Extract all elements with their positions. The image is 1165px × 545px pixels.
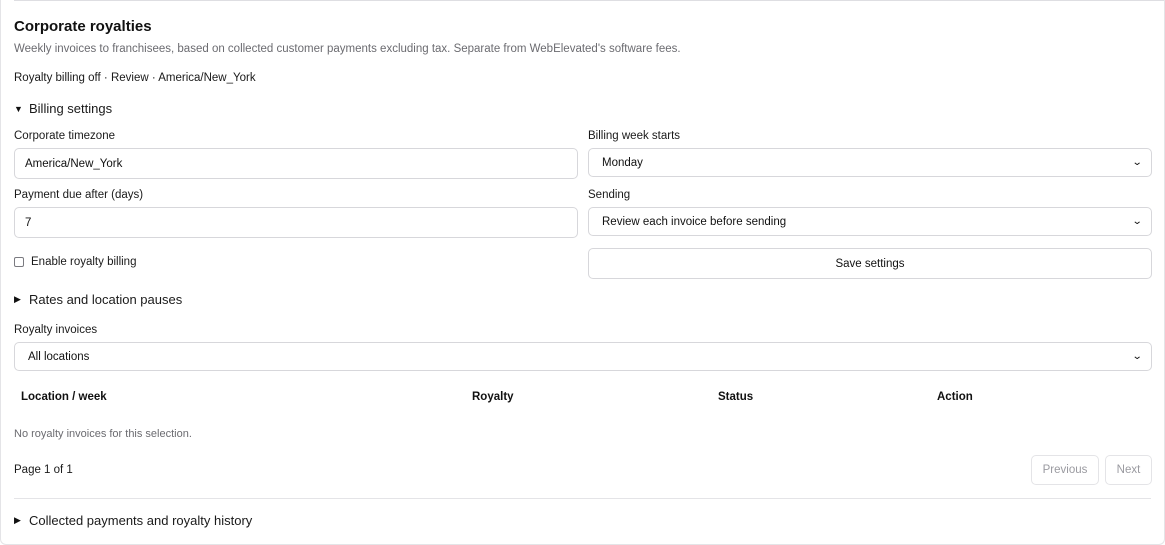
column-header-action: Action xyxy=(937,391,973,403)
royalties-panel: Corporate royalties Weekly invoices to f… xyxy=(0,0,1165,545)
history-toggle[interactable]: ▶ Collected payments and royalty history xyxy=(14,513,252,528)
billing-settings-toggle[interactable]: ▼ Billing settings xyxy=(14,101,112,116)
column-header-royalty: Royalty xyxy=(472,391,514,403)
triangle-right-icon: ▶ xyxy=(14,294,21,304)
save-settings-button[interactable]: Save settings xyxy=(588,248,1152,279)
enable-royalty-label: Enable royalty billing xyxy=(31,256,137,268)
previous-button[interactable]: Previous xyxy=(1031,455,1099,485)
sending-value: Review each invoice before sending xyxy=(602,215,787,228)
timezone-label: Corporate timezone xyxy=(14,130,115,142)
billing-settings-label: Billing settings xyxy=(29,101,113,116)
chevron-down-icon: ⌄ xyxy=(1131,157,1143,168)
rates-label: Rates and location pauses xyxy=(29,292,183,307)
section-divider xyxy=(14,498,1151,499)
location-filter-select[interactable]: All locations ⌄ xyxy=(14,342,1152,371)
page-info: Page 1 of 1 xyxy=(14,464,73,476)
invoices-label: Royalty invoices xyxy=(14,324,98,336)
column-header-status: Status xyxy=(718,391,754,403)
week-start-value: Monday xyxy=(602,156,643,169)
rates-toggle[interactable]: ▶ Rates and location pauses xyxy=(14,292,182,307)
next-button[interactable]: Next xyxy=(1105,455,1152,485)
page-title: Corporate royalties xyxy=(14,18,152,35)
triangle-down-icon: ▼ xyxy=(14,103,23,114)
triangle-right-icon: ▶ xyxy=(14,515,21,525)
due-days-value: 7 xyxy=(25,216,32,229)
history-label: Collected payments and royalty history xyxy=(29,513,253,528)
sending-label: Sending xyxy=(588,189,631,201)
timezone-value: America/New_York xyxy=(25,157,123,170)
enable-royalty-row[interactable]: Enable royalty billing xyxy=(14,256,136,268)
week-start-label: Billing week starts xyxy=(588,130,681,142)
column-header-location: Location / week xyxy=(21,391,107,403)
chevron-down-icon: ⌄ xyxy=(1131,351,1143,362)
page-subtitle: Weekly invoices to franchisees, based on… xyxy=(14,43,681,55)
top-border xyxy=(14,0,1164,1)
billing-summary: Royalty billing off · Review · America/N… xyxy=(14,72,256,84)
timezone-input[interactable]: America/New_York xyxy=(14,148,578,179)
week-start-select[interactable]: Monday ⌄ xyxy=(588,148,1152,177)
chevron-down-icon: ⌄ xyxy=(1131,216,1143,227)
enable-royalty-checkbox[interactable] xyxy=(14,257,24,267)
due-days-input[interactable]: 7 xyxy=(14,207,578,238)
sending-select[interactable]: Review each invoice before sending ⌄ xyxy=(588,207,1152,236)
due-days-label: Payment due after (days) xyxy=(14,189,144,201)
empty-state: No royalty invoices for this selection. xyxy=(14,428,192,440)
location-filter-value: All locations xyxy=(28,350,90,363)
